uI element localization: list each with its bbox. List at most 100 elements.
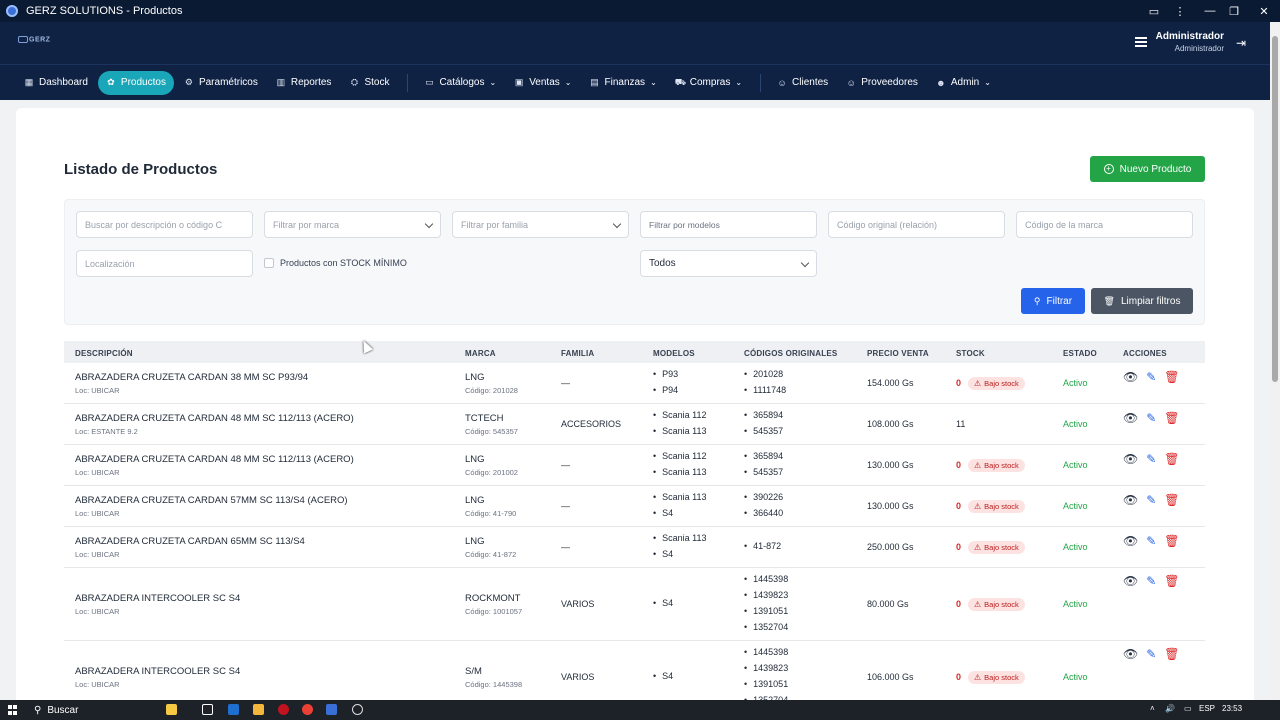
models-input[interactable]: Filtrar por modelos	[640, 211, 817, 238]
view-icon[interactable]: 👁	[1123, 412, 1138, 424]
original-code-item: 1445398	[744, 647, 788, 657]
product-family: —	[561, 459, 570, 470]
col-precio[interactable]: PRECIO VENTA	[867, 349, 929, 358]
view-icon[interactable]: 👁	[1123, 575, 1138, 587]
col-estado[interactable]: ESTADO	[1063, 349, 1097, 358]
nav-proveedores[interactable]: ☺ Proveedores	[838, 71, 926, 95]
edit-icon[interactable]: ✎	[1146, 535, 1156, 547]
edit-icon[interactable]: ✎	[1146, 494, 1156, 506]
volume-icon[interactable]: 🔊	[1165, 704, 1175, 713]
table-row: ABRAZADERA CRUZETA CARDAN 38 MM SC P93/9…	[64, 363, 1205, 404]
nav-admin[interactable]: ☻ Admin ⌄	[928, 71, 999, 95]
settings-taskbar-icon[interactable]	[352, 704, 363, 715]
user-info[interactable]: Administrador Administrador	[1156, 31, 1224, 53]
model-item: P94	[653, 385, 678, 395]
col-descripcion[interactable]: DESCRIPCIÓN	[75, 349, 133, 358]
app-taskbar-icon[interactable]	[326, 704, 337, 715]
language-indicator[interactable]: ESP	[1199, 704, 1215, 713]
nav-compras[interactable]: ⛟ Compras ⌄	[667, 71, 750, 95]
min-stock-checkbox[interactable]: Productos con STOCK MÍNIMO	[264, 258, 407, 268]
scrollbar-thumb[interactable]	[1272, 36, 1278, 382]
nav-finanzas[interactable]: ▤ Finanzas ⌄	[581, 71, 664, 95]
col-marca[interactable]: MARCA	[465, 349, 496, 358]
tray-chevron-icon[interactable]: ˄	[1150, 704, 1155, 713]
edit-icon[interactable]: ✎	[1146, 371, 1156, 383]
widgets-icon[interactable]	[166, 704, 177, 715]
product-location: Loc: UBICAR	[75, 679, 120, 689]
family-select[interactable]: Filtrar por familia	[452, 211, 629, 238]
brand-code-input[interactable]: Código de la marca	[1016, 211, 1193, 238]
view-icon[interactable]: 👁	[1123, 371, 1138, 383]
edit-icon[interactable]: ✎	[1146, 412, 1156, 424]
logout-icon[interactable]: ⇥	[1236, 36, 1246, 50]
delete-icon[interactable]: 🗑	[1164, 535, 1179, 547]
product-price: 106.000 Gs	[867, 671, 914, 682]
edit-icon[interactable]: ✎	[1146, 453, 1156, 465]
original-code-input[interactable]: Código original (relación)	[828, 211, 1005, 238]
filter-button[interactable]: ⚲ Filtrar	[1021, 288, 1085, 314]
delete-icon[interactable]: 🗑	[1164, 494, 1179, 506]
edit-icon[interactable]: ✎	[1146, 575, 1156, 587]
nav-catalogos[interactable]: ▭ Catálogos ⌄	[416, 71, 504, 95]
product-location: Loc: UBICAR	[75, 549, 120, 559]
location-input[interactable]: Localización	[76, 250, 253, 277]
opera-icon[interactable]	[278, 704, 289, 715]
row-actions: 👁 ✎ 🗑	[1123, 453, 1188, 465]
col-stock[interactable]: STOCK	[956, 349, 985, 358]
edit-icon[interactable]: ✎	[1146, 648, 1156, 660]
chrome-icon[interactable]	[302, 704, 313, 715]
content-card: Listado de Productos + Nuevo Producto Bus…	[16, 108, 1254, 708]
view-icon[interactable]: 👁	[1123, 648, 1138, 660]
brand-select[interactable]: Filtrar por marca	[264, 211, 441, 238]
warning-icon: ⚠	[974, 542, 982, 552]
product-brand: LNG	[465, 453, 485, 465]
menu-toggle-icon[interactable]	[1135, 37, 1147, 47]
delete-icon[interactable]: 🗑	[1164, 453, 1179, 465]
nav-clientes[interactable]: ☺ Clientes	[769, 71, 836, 95]
nav-stock[interactable]: ⛭ Stock	[341, 71, 397, 95]
view-icon[interactable]: 👁	[1123, 453, 1138, 465]
checkbox-box[interactable]	[264, 258, 274, 268]
delete-icon[interactable]: 🗑	[1164, 412, 1179, 424]
new-product-button[interactable]: + Nuevo Producto	[1090, 156, 1205, 182]
col-codigos[interactable]: CÓDIGOS ORIGINALES	[744, 349, 837, 358]
product-description: ABRAZADERA CRUZETA CARDAN 38 MM SC P93/9…	[75, 371, 309, 383]
delete-icon[interactable]: 🗑	[1164, 648, 1179, 660]
delete-icon[interactable]: 🗑	[1164, 575, 1179, 587]
col-modelos[interactable]: MODELOS	[653, 349, 695, 358]
nav-ventas[interactable]: ▣ Ventas ⌄	[506, 71, 579, 95]
view-icon[interactable]: 👁	[1123, 535, 1138, 547]
more-options-icon[interactable]: ⋮	[1166, 0, 1194, 22]
product-description: ABRAZADERA CRUZETA CARDAN 65MM SC 113/S4	[75, 535, 305, 547]
cast-icon[interactable]: ▭	[1140, 0, 1168, 22]
view-icon[interactable]: 👁	[1123, 494, 1138, 506]
low-stock-badge: ⚠ Bajo stock	[968, 376, 1025, 390]
product-status: Activo	[1063, 598, 1088, 609]
filters-panel: Buscar por descripción o código C Filtra…	[64, 199, 1205, 325]
battery-icon[interactable]: ▭	[1184, 704, 1192, 713]
store-icon[interactable]	[228, 704, 239, 715]
nav-divider	[760, 73, 762, 92]
search-input[interactable]: Buscar por descripción o código C	[76, 211, 253, 238]
start-button[interactable]	[8, 705, 18, 715]
nav-reportes[interactable]: ▥ Reportes	[268, 71, 340, 95]
delete-icon[interactable]: 🗑	[1164, 371, 1179, 383]
original-code-item: 365894	[744, 410, 783, 420]
file-explorer-icon[interactable]	[253, 704, 264, 715]
maximize-button[interactable]: ❐	[1220, 0, 1248, 22]
nav-dashboard[interactable]: ▦ Dashboard	[16, 71, 96, 95]
scrollbar[interactable]	[1270, 22, 1280, 700]
clock[interactable]: 23:53	[1222, 704, 1242, 713]
close-button[interactable]: ✕	[1250, 0, 1278, 22]
users-icon: ☺	[777, 77, 787, 88]
logo[interactable]: GERZ	[18, 36, 50, 43]
cart-icon: ⛟	[674, 76, 687, 87]
clear-filters-button[interactable]: 🗑 Limpiar filtros	[1091, 288, 1193, 314]
col-familia[interactable]: FAMILIA	[561, 349, 594, 358]
nav-parametricos[interactable]: ⚙ Paramétricos	[176, 71, 266, 95]
status-select[interactable]: Todos	[640, 250, 817, 277]
low-stock-label: Bajo stock	[984, 378, 1019, 388]
task-view-icon[interactable]	[202, 704, 213, 715]
product-location: Loc: ESTANTE 9.2	[75, 426, 138, 436]
nav-productos[interactable]: ✿ Productos	[97, 70, 174, 95]
